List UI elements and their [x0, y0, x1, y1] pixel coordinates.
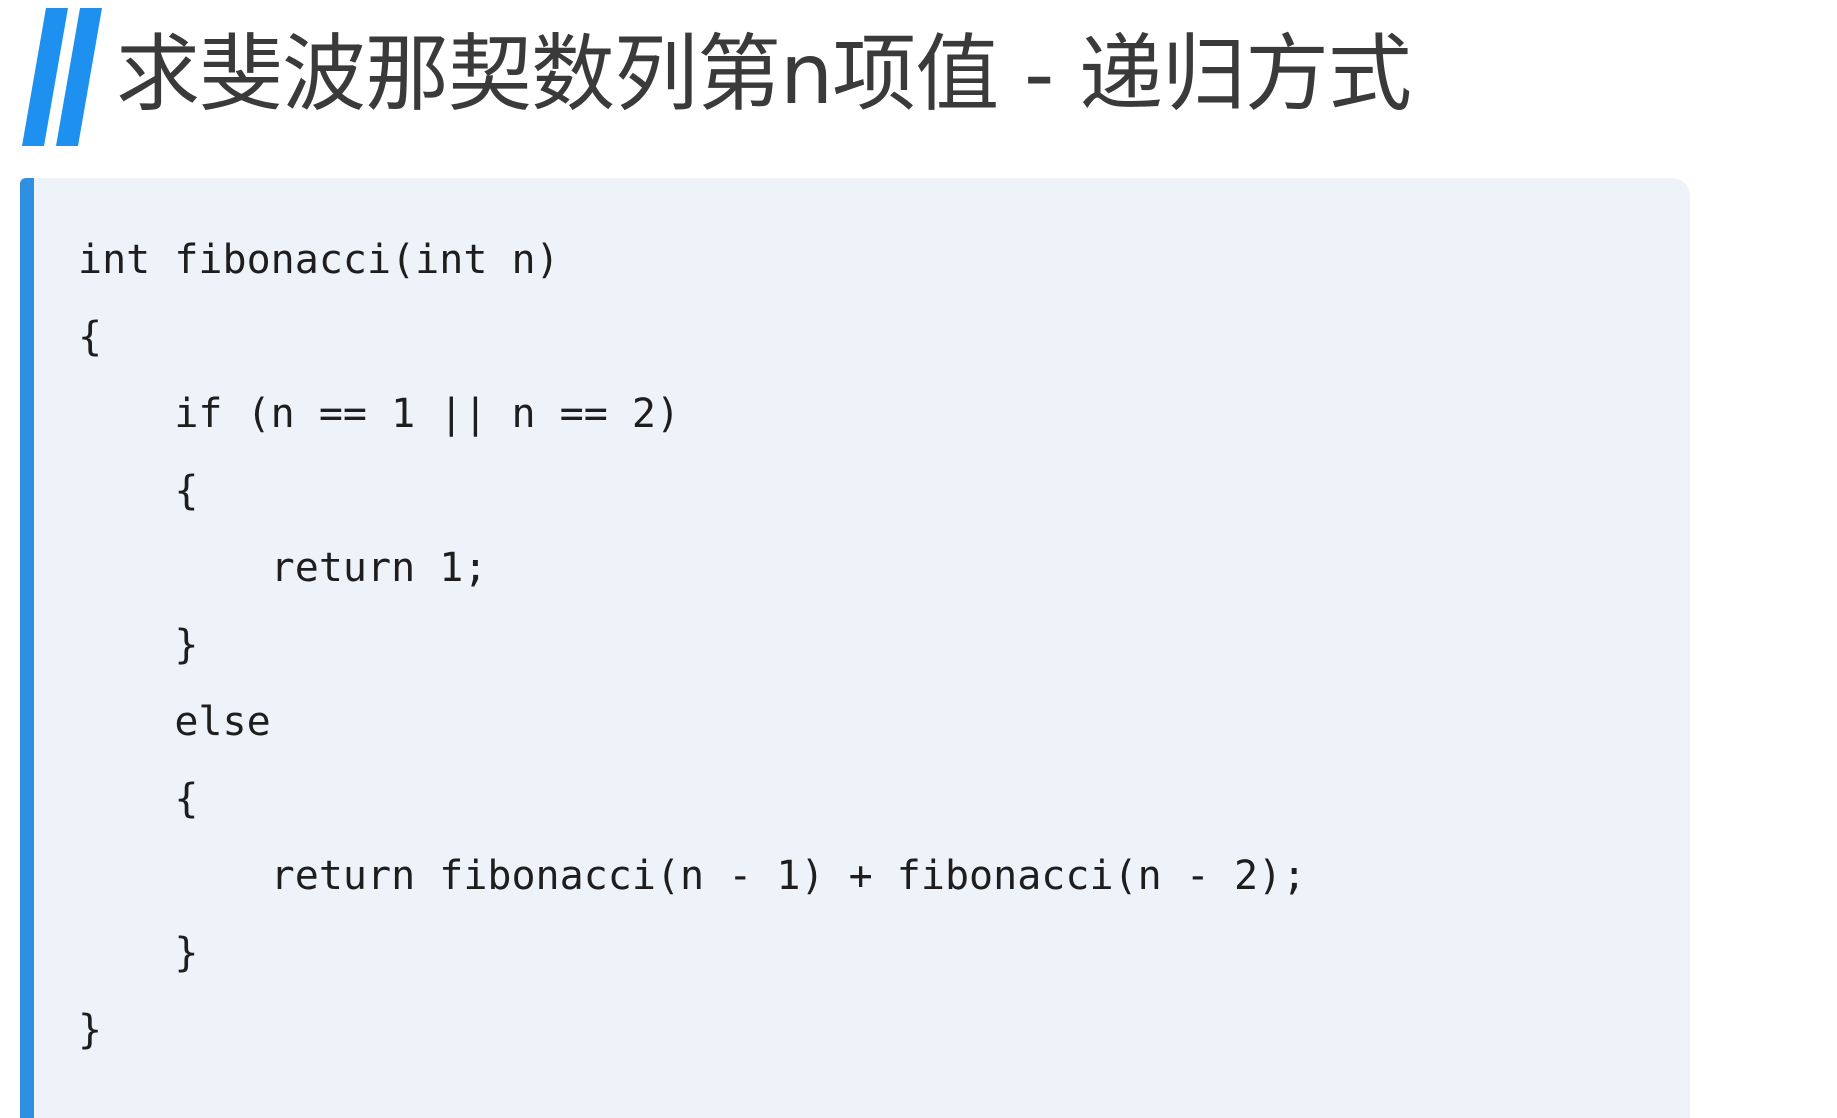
code-block: int fibonacci(int n) { if (n == 1 || n =… — [78, 222, 1306, 1069]
code-line: else — [78, 699, 271, 745]
code-line: return fibonacci(n - 1) + fibonacci(n - … — [78, 853, 1307, 899]
slide-title: 求斐波那契数列第n项值 - 递归方式 — [116, 25, 1412, 123]
code-line: } — [78, 1007, 103, 1053]
code-line: int fibonacci(int n) — [78, 237, 560, 283]
code-line: return 1; — [78, 545, 488, 591]
code-line: } — [78, 930, 199, 976]
code-line: if (n == 1 || n == 2) — [78, 391, 681, 437]
code-line: } — [78, 622, 199, 668]
code-line: { — [78, 314, 103, 360]
title-bars-icon — [22, 8, 102, 146]
code-panel: int fibonacci(int n) { if (n == 1 || n =… — [20, 178, 1690, 1118]
code-line: { — [78, 468, 199, 514]
code-line: { — [78, 776, 199, 822]
code-accent-bar — [20, 178, 34, 1118]
